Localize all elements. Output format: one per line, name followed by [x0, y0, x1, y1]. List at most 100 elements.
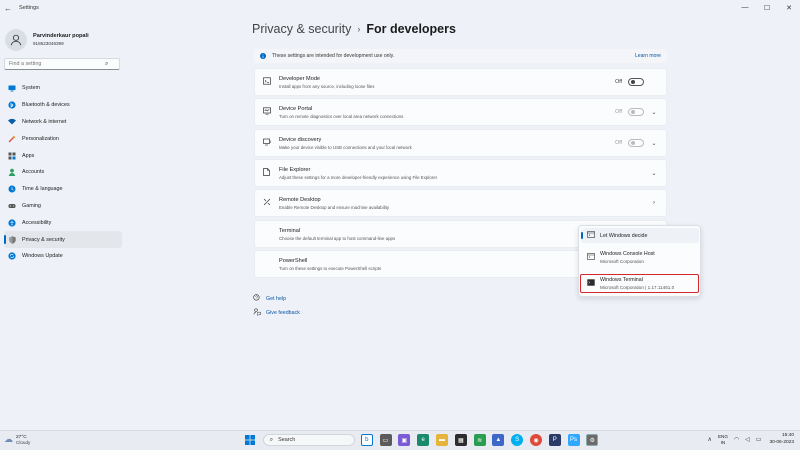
sidebar-item-gaming[interactable]: Gaming: [4, 198, 122, 215]
settings-gear-icon[interactable]: ⚙: [586, 434, 599, 446]
search-icon[interactable]: ⌕: [105, 61, 108, 68]
store-icon[interactable]: ▦: [454, 434, 467, 446]
taskbar-search[interactable]: ⌕ Search: [262, 434, 355, 446]
page-title: For developers: [366, 22, 456, 36]
user-name: Parvinderkaur popali: [33, 33, 89, 39]
sidebar-item-label: Time & language: [22, 186, 63, 193]
give-feedback-link[interactable]: Give feedback: [253, 306, 300, 320]
chevron-down-icon[interactable]: ⌄: [650, 170, 658, 177]
region-code: IN: [720, 439, 726, 445]
banner-text: These settings are intended for developm…: [272, 53, 395, 59]
help-icon: [253, 294, 262, 304]
sidebar-item-system[interactable]: System: [4, 80, 122, 97]
card-title: PowerShell: [279, 257, 308, 264]
developer-mode-toggle[interactable]: [628, 78, 644, 86]
shield-icon: [8, 235, 16, 244]
sidebar-item-label: Bluetooth & devices: [22, 102, 70, 109]
skype-icon[interactable]: S: [511, 434, 524, 446]
sidebar-item-label: Personalization: [22, 135, 59, 142]
file-explorer-card[interactable]: File Explorer Adjust these settings for …: [254, 159, 667, 187]
file-icon: [263, 168, 273, 178]
sidebar-item-apps[interactable]: Apps: [4, 147, 122, 164]
taskbar: ☁ 27°C Cloudy ⌕ Search b ▭ ▣ e ▬ ▦ ≋ ▲ S…: [0, 430, 800, 450]
remote-desktop-card[interactable]: Remote Desktop Enable Remote Desktop and…: [254, 189, 667, 217]
breadcrumb-parent[interactable]: Privacy & security: [252, 22, 351, 36]
card-description: Make your device visible to USB connecti…: [279, 144, 412, 150]
back-arrow-icon[interactable]: ←: [0, 4, 16, 13]
card-description: Turn on remote diagnostics over local ar…: [279, 113, 404, 119]
minimize-button[interactable]: —: [734, 4, 756, 12]
sidebar-item-windows-update[interactable]: Windows Update: [4, 248, 122, 265]
card-title: File Explorer: [279, 166, 311, 173]
sidebar-item-bluetooth[interactable]: Bluetooth & devices: [4, 97, 122, 114]
toggle-state-label: Off: [615, 109, 622, 115]
apps-icon: [8, 152, 16, 160]
windows-terminal-icon: [587, 279, 595, 288]
sidebar-item-accessibility[interactable]: Accessibility: [4, 214, 122, 231]
settings-search-box: ⌕: [4, 58, 120, 70]
sidebar-item-network[interactable]: Network & internet: [4, 114, 122, 131]
photos-icon[interactable]: ▲: [492, 434, 505, 446]
card-title: Device Portal: [279, 105, 313, 112]
user-profile[interactable]: Parvinderkaur popali 918623046399: [0, 16, 127, 54]
accessibility-icon: [8, 219, 16, 227]
bing-icon[interactable]: b: [360, 434, 373, 446]
weather-widget[interactable]: ☁ 27°C Cloudy: [4, 434, 30, 445]
user-phone: 918623046399: [33, 41, 64, 46]
device-discovery-toggle[interactable]: [628, 139, 644, 147]
get-help-link[interactable]: Get help: [253, 292, 300, 306]
system-tray: ∧ ENG IN ◠ ◁ ▭ 15:40 30-06-2023: [702, 433, 794, 446]
cloud-icon: ☁: [4, 434, 13, 444]
menu-item-publisher: Microsoft Corporation: [600, 258, 644, 264]
search-icon: ⌕: [269, 436, 274, 443]
menu-item-windows-terminal[interactable]: Windows Terminal Microsoft Corporation |…: [580, 274, 699, 293]
chevron-down-icon[interactable]: ⌄: [650, 109, 658, 116]
language-indicator[interactable]: ENG IN: [718, 434, 728, 446]
maximize-button[interactable]: ☐: [756, 4, 778, 12]
device-discovery-card[interactable]: Device discovery Make your device visibl…: [254, 129, 667, 157]
close-button[interactable]: ✕: [778, 4, 800, 12]
clock[interactable]: 15:40 30-06-2023: [769, 433, 794, 446]
chevron-down-icon[interactable]: ⌄: [650, 140, 658, 147]
volume-icon[interactable]: ◁: [745, 436, 750, 443]
sidebar-item-label: Windows Update: [22, 253, 63, 260]
sidebar-item-accounts[interactable]: Accounts: [4, 164, 122, 181]
card-description: Turn on these settings to execute PowerS…: [279, 265, 382, 271]
sidebar-item-personalization[interactable]: Personalization: [4, 130, 122, 147]
task-view-icon[interactable]: ▭: [379, 434, 392, 446]
photoshop-icon[interactable]: Ps: [567, 434, 580, 446]
menu-item-publisher: Microsoft Corporation | 1.17.11461.0: [600, 285, 675, 290]
device-portal-toggle[interactable]: [628, 108, 644, 116]
chrome-icon[interactable]: ◉: [529, 434, 542, 446]
developer-mode-card: Developer Mode Install apps from any sou…: [254, 68, 667, 96]
app-title: Settings: [19, 5, 39, 11]
teams-chat-icon[interactable]: ▣: [398, 434, 411, 446]
edge-icon[interactable]: e: [417, 434, 430, 446]
get-help-label[interactable]: Get help: [266, 296, 286, 302]
battery-icon[interactable]: ▭: [756, 436, 762, 443]
device-portal-card[interactable]: Device Portal Turn on remote diagnostics…: [254, 98, 667, 126]
search-input[interactable]: [5, 61, 105, 67]
card-title: Terminal: [279, 227, 301, 234]
chevron-right-icon[interactable]: ›: [650, 200, 658, 206]
premiere-icon[interactable]: P: [548, 434, 561, 446]
sidebar-item-label: Network & internet: [22, 118, 67, 125]
clock-date: 30-06-2023: [769, 439, 794, 445]
chevron-up-icon[interactable]: ∧: [708, 436, 712, 443]
accounts-icon: [8, 168, 16, 177]
wifi-icon[interactable]: ◠: [734, 436, 739, 443]
avatar: [5, 28, 27, 51]
sidebar-item-time-language[interactable]: Time & language: [4, 181, 122, 198]
start-icon[interactable]: [244, 434, 256, 446]
file-explorer-icon[interactable]: ▬: [435, 434, 448, 446]
device-discovery-icon: [263, 138, 273, 148]
sidebar-item-privacy-security[interactable]: Privacy & security: [4, 231, 122, 248]
spotify-icon[interactable]: ≋: [473, 434, 486, 446]
menu-item-windows-console-host[interactable]: Windows Console Host Microsoft Corporati…: [581, 246, 699, 268]
card-title: Device discovery: [279, 136, 322, 143]
gamepad-icon: [8, 202, 16, 210]
update-icon: [8, 252, 16, 260]
learn-more-link[interactable]: Learn more: [635, 53, 661, 59]
menu-item-let-windows-decide[interactable]: Let Windows decide: [581, 228, 699, 243]
give-feedback-label[interactable]: Give feedback: [266, 310, 300, 316]
